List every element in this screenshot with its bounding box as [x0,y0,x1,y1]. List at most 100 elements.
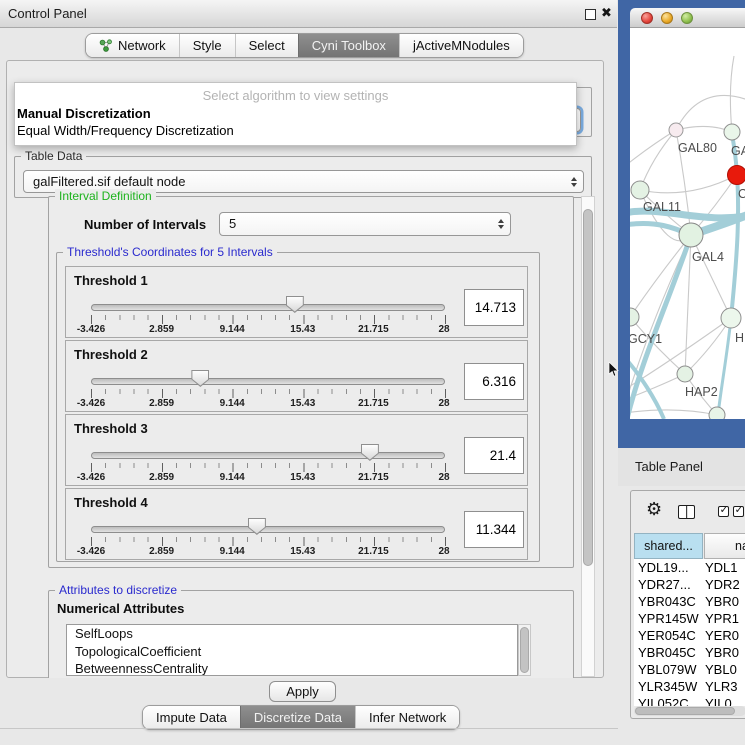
tab-cyni-toolbox[interactable]: Cyni Toolbox [298,34,399,57]
table-row[interactable]: YPR145WYPR1 [634,610,745,627]
cell: YBR043C [634,593,705,610]
panel-scrollbar-thumb[interactable] [583,209,593,566]
columns-icon[interactable] [678,505,695,519]
table-rows: YDL19...YDL1 YDR27...YDR2 YBR043CYBR0 YP… [634,559,745,706]
tab-infer-network-label: Infer Network [369,710,446,725]
tab-discretize-data[interactable]: Discretize Data [240,706,355,729]
slider-major-ticks [91,389,446,398]
float-window-icon[interactable] [585,9,596,20]
threshold-value-input[interactable]: 11.344 [464,511,524,548]
dropdown-option-manual[interactable]: Manual Discretization [17,106,151,121]
tab-impute-data[interactable]: Impute Data [143,706,240,729]
network-node[interactable] [677,366,693,382]
list-scrollbar-thumb[interactable] [520,627,529,673]
mouse-cursor-icon [608,362,619,377]
tab-select[interactable]: Select [235,34,298,57]
list-item[interactable]: SelfLoops [67,625,517,643]
network-node[interactable] [721,308,741,328]
horizontal-scrollbar[interactable] [634,706,745,716]
checkbox-icon[interactable] [718,506,729,517]
cell: YLR345W [634,678,705,695]
tick-label: 15.43 [290,324,315,335]
network-node[interactable] [679,223,703,247]
table-row[interactable]: YBL079WYBL0 [634,661,745,678]
slider-major-ticks [91,463,446,472]
table-row[interactable]: YDL19...YDL1 [634,559,745,576]
threshold-row-4: Threshold 4 -3.426 2.859 9.144 15.43 21.… [65,488,528,560]
network-node-label: GA [731,144,745,158]
panel-title: Control Panel [8,0,87,27]
threshold-label: Threshold 4 [74,495,148,510]
tick-label: 9.144 [220,398,245,409]
panel-scrollbar[interactable] [581,196,595,677]
interval-definition-title: Interval Definition [55,189,156,204]
tab-network[interactable]: Network [86,34,179,57]
network-node[interactable] [709,407,725,419]
table-row[interactable]: YBR043CYBR0 [634,593,745,610]
table-row[interactable]: YER054CYER0 [634,627,745,644]
network-node[interactable] [728,166,745,185]
zoom-traffic-light-icon[interactable] [681,12,693,24]
threshold-value-input[interactable]: 14.713 [464,289,524,326]
tab-jactivemnodules-label: jActiveMNodules [413,38,510,53]
tab-infer-network[interactable]: Infer Network [355,706,459,729]
slider-track[interactable] [91,378,445,385]
tick-label: 21.715 [358,398,389,409]
close-traffic-light-icon[interactable] [641,12,653,24]
cell: YIL0 [705,695,745,706]
list-item[interactable]: BetweennessCentrality [67,660,517,676]
dropdown-option-equal-width[interactable]: Equal Width/Frequency Discretization [17,123,234,138]
tick-label: 2.859 [149,472,174,483]
cell: YBR0 [705,644,745,661]
gear-icon[interactable]: ⚙ [646,500,662,518]
network-node[interactable] [630,308,639,326]
control-panel-tabs: Network Style Select Cyni Toolbox jActiv… [85,33,524,58]
network-canvas[interactable]: GAL80GACGAL11GAL4GCY1HHAP2 [630,28,745,419]
tab-style[interactable]: Style [179,34,235,57]
list-item[interactable]: TopologicalCoefficient [67,643,517,661]
tab-discretize-data-label: Discretize Data [254,710,342,725]
table-row[interactable]: YIL052CYIL0 [634,695,745,706]
table-row[interactable]: YBR045CYBR0 [634,644,745,661]
checkbox-icon[interactable] [733,506,744,517]
table-panel-title: Table Panel [635,459,703,474]
minimize-traffic-light-icon[interactable] [661,12,673,24]
slider-track[interactable] [91,452,445,459]
threshold-value-input[interactable]: 21.4 [464,437,524,474]
network-window-titlebar[interactable] [630,8,745,28]
tick-label: -3.426 [77,472,105,483]
cyni-bottom-tabs: Impute Data Discretize Data Infer Networ… [142,705,460,730]
table-row[interactable]: YLR345WYLR3 [634,678,745,695]
column-header-name[interactable]: na [704,533,745,559]
tab-impute-data-label: Impute Data [156,710,227,725]
tab-jactivemnodules[interactable]: jActiveMNodules [399,34,523,57]
cell: YDL19... [634,559,705,576]
attributes-group-title: Attributes to discretize [55,583,181,598]
numerical-attributes-list[interactable]: SelfLoops TopologicalCoefficient Between… [66,624,518,676]
num-intervals-value: 5 [229,213,510,235]
combo-arrows-icon [571,174,577,190]
slider-track[interactable] [91,304,445,311]
network-node[interactable] [724,124,740,140]
network-node[interactable] [631,181,649,199]
num-intervals-combo[interactable]: 5 [219,212,511,236]
tick-label: 15.43 [290,398,315,409]
tick-label: 28 [438,398,449,409]
table-panel: ⚙ shared... na YDL19...YDL1 YDR27...YDR2… [630,490,745,719]
close-icon[interactable]: ✖ [601,5,612,21]
network-node-label: GAL80 [678,141,717,155]
slider-track[interactable] [91,526,445,533]
threshold-value-input[interactable]: 6.316 [464,363,524,400]
threshold-row-2: Threshold 2 -3.426 2.859 9.144 15.43 21.… [65,340,528,412]
table-row[interactable]: YDR27...YDR2 [634,576,745,593]
tick-label: 28 [438,546,449,557]
horizontal-scrollbar-thumb[interactable] [635,707,735,715]
tick-label: 21.715 [358,472,389,483]
control-panel-titlebar: Control Panel ✖ [0,0,617,28]
network-node[interactable] [669,123,683,137]
list-scrollbar[interactable] [518,624,531,676]
cell: YPR145W [634,610,705,627]
column-header-shared-name[interactable]: shared... [634,533,703,559]
cell: YBL079W [634,661,705,678]
apply-button[interactable]: Apply [269,681,336,702]
